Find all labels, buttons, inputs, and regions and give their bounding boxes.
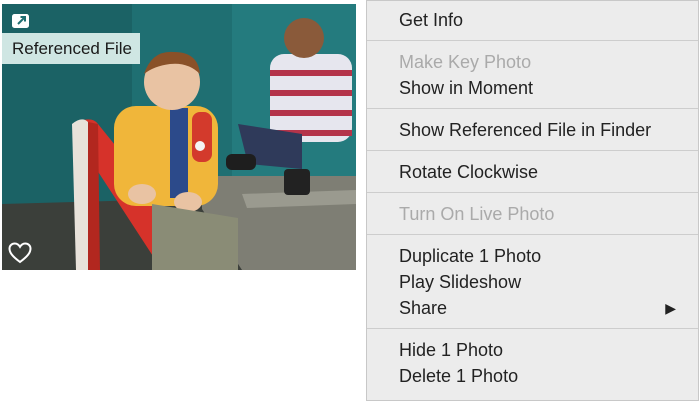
menu-item-turn-on-live-photo[interactable]: Turn On Live Photo — [367, 201, 698, 227]
menu-separator — [367, 40, 698, 41]
menu-separator — [367, 108, 698, 109]
menu-item-share[interactable]: Share ▶ — [367, 295, 698, 321]
menu-item-get-info[interactable]: Get Info — [367, 7, 698, 33]
menu-separator — [367, 150, 698, 151]
submenu-arrow-icon: ▶ — [665, 300, 676, 316]
menu-item-show-referenced-file[interactable]: Show Referenced File in Finder — [367, 117, 698, 143]
menu-item-hide[interactable]: Hide 1 Photo — [367, 337, 698, 363]
menu-item-play-slideshow[interactable]: Play Slideshow — [367, 269, 698, 295]
menu-item-share-label: Share — [399, 298, 448, 318]
menu-item-duplicate[interactable]: Duplicate 1 Photo — [367, 243, 698, 269]
menu-item-delete[interactable]: Delete 1 Photo — [367, 363, 698, 389]
context-menu: Get Info Make Key Photo Show in Moment S… — [366, 0, 699, 401]
menu-separator — [367, 328, 698, 329]
referenced-file-arrow-icon — [12, 14, 32, 31]
referenced-file-label: Referenced File — [2, 33, 141, 64]
menu-item-show-in-moment[interactable]: Show in Moment — [367, 75, 698, 101]
photo-thumbnail[interactable]: Referenced File — [2, 4, 356, 270]
menu-item-rotate-clockwise[interactable]: Rotate Clockwise — [367, 159, 698, 185]
menu-separator — [367, 192, 698, 193]
menu-item-make-key-photo[interactable]: Make Key Photo — [367, 49, 698, 75]
menu-separator — [367, 234, 698, 235]
heart-outline-icon[interactable] — [8, 242, 32, 264]
